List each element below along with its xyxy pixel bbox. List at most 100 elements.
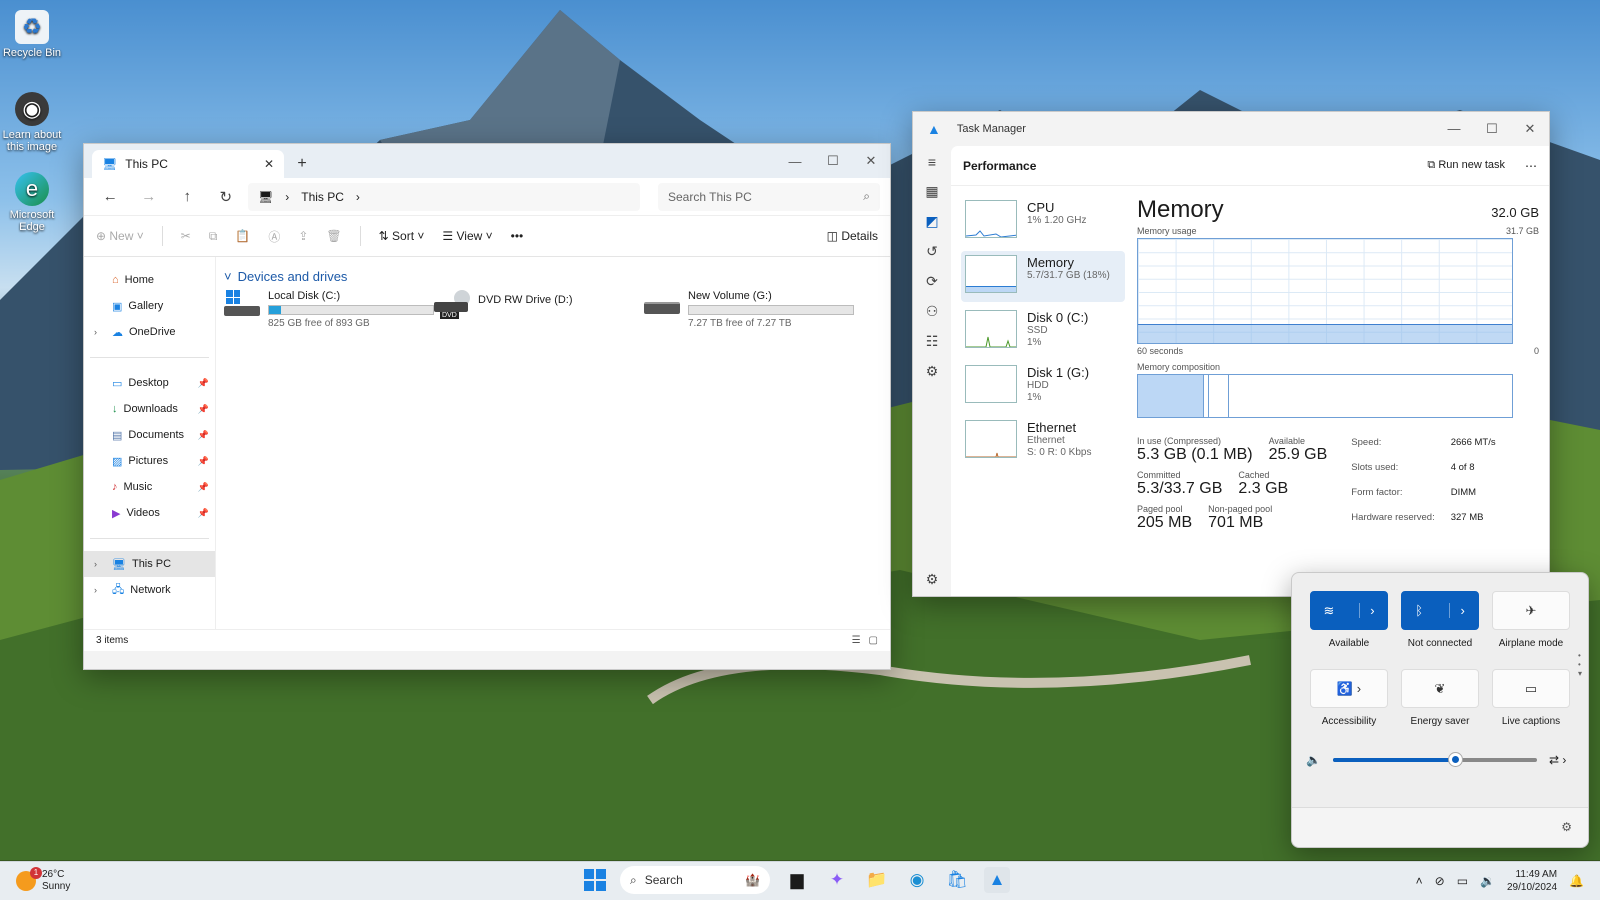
clock[interactable]: 11:49 AM 29/10/2024 — [1507, 868, 1557, 894]
search-input[interactable]: Search This PC ⌕ — [658, 182, 880, 211]
speaker-icon[interactable]: 🔈 — [1306, 753, 1321, 767]
nav-item-downloads[interactable]: ↓ Downloads 📌 — [84, 396, 215, 422]
new-button[interactable]: ⊕ New ˅ — [96, 229, 144, 243]
nav-item-onedrive[interactable]: › ☁ OneDrive — [84, 319, 215, 345]
up-button[interactable]: ↑ — [171, 188, 204, 205]
resource-cpu[interactable]: CPU 1% 1.20 GHz — [961, 196, 1125, 247]
users-icon[interactable]: ⚇ — [926, 303, 939, 320]
share-icon[interactable]: ⇪ — [298, 229, 308, 243]
details-view-icon[interactable]: ☰ — [852, 635, 861, 646]
nav-item-home[interactable]: ⌂ Home — [84, 267, 215, 293]
details-button[interactable]: ◫ Details — [827, 229, 878, 243]
close-button[interactable]: ✕ — [852, 153, 890, 169]
more-options-icon[interactable]: ⋯ — [1525, 159, 1537, 173]
nav-item-music[interactable]: ♪ Music 📌 — [84, 474, 215, 500]
paste-icon[interactable]: 📋 — [235, 229, 250, 243]
drive-d[interactable]: DVD DVD RW Drive (D:) — [434, 290, 644, 329]
taskbar-search[interactable]: ⌕ Search 🏰 — [620, 866, 770, 894]
chevron-up-icon[interactable]: ˄ — [1416, 874, 1423, 888]
desktop-icon-learn-about-image[interactable]: ◉ Learn about this image — [0, 92, 64, 153]
resource-ethernet[interactable]: Ethernet Ethernet S: 0 R: 0 Kbps — [961, 416, 1125, 467]
network-icon[interactable]: ⊘ — [1435, 874, 1445, 888]
resource-memory[interactable]: Memory 5.7/31.7 GB (18%) — [961, 251, 1125, 302]
settings-icon[interactable]: ⚙ — [926, 571, 939, 588]
volume-slider[interactable] — [1332, 753, 1537, 766]
breadcrumb[interactable]: This PC — [301, 190, 344, 204]
app-history-icon[interactable]: ↺ — [926, 243, 938, 260]
weather-condition: Sunny — [42, 881, 71, 892]
refresh-button[interactable]: ↻ — [210, 188, 243, 206]
notifications-icon[interactable]: 🔔 — [1569, 874, 1584, 888]
startup-apps-icon[interactable]: ⟳ — [926, 273, 938, 290]
view-button[interactable]: ☰ View ˅ — [442, 229, 492, 243]
bluetooth-icon[interactable]: ᛒ — [1415, 603, 1423, 618]
desktop-icon-recycle-bin[interactable]: ♻ Recycle Bin — [0, 10, 64, 59]
chevron-right-icon[interactable]: › — [94, 585, 106, 595]
task-manager-icon: ▲ — [927, 121, 941, 137]
cut-icon[interactable]: ✂ — [181, 229, 191, 243]
nav-item-desktop[interactable]: ▭ Desktop 📌 — [84, 370, 215, 396]
nav-item-pictures[interactable]: ▨ Pictures 📌 — [84, 448, 215, 474]
nav-item-documents[interactable]: ▤ Documents 📌 — [84, 422, 215, 448]
rename-icon[interactable]: Ⓐ — [268, 228, 280, 245]
accessibility-tile[interactable]: ♿ › Accessibility — [1310, 669, 1388, 727]
minimize-button[interactable]: — — [776, 154, 814, 169]
drive-g[interactable]: New Volume (G:) 7.27 TB free of 7.27 TB — [644, 290, 854, 329]
wifi-tile[interactable]: ≋ › Available — [1310, 591, 1388, 649]
more-options-button[interactable]: ••• — [511, 229, 524, 243]
display-icon[interactable]: ▭ — [1457, 874, 1468, 888]
chevron-right-icon[interactable]: › — [94, 327, 106, 337]
address-bar[interactable]: 🖥 › This PC › — [248, 182, 640, 211]
weather-widget[interactable]: 1 26°C Sunny — [0, 867, 71, 893]
resource-disk-1[interactable]: Disk 1 (G:) HDD 1% — [961, 361, 1125, 412]
settings-icon[interactable]: ⚙ — [1561, 820, 1572, 834]
group-header[interactable]: ˅ Devices and drives — [224, 269, 882, 284]
copilot-icon[interactable]: ✦ — [824, 867, 850, 893]
chevron-right-icon[interactable]: › — [94, 559, 106, 569]
task-view-icon[interactable]: ▆ — [784, 867, 810, 893]
file-explorer-icon[interactable]: 📁 — [864, 867, 890, 893]
edge-icon[interactable]: ◉ — [904, 867, 930, 893]
tiles-view-icon[interactable]: ▢ — [869, 635, 878, 646]
sort-button[interactable]: ⇅ Sort ˅ — [379, 229, 425, 243]
processes-icon[interactable]: ▦ — [925, 183, 938, 200]
new-tab-button[interactable]: + — [284, 150, 320, 178]
maximize-button[interactable]: ☐ — [1473, 121, 1511, 137]
chevron-right-icon[interactable]: › — [1449, 603, 1465, 618]
volume-icon[interactable]: 🔉 — [1480, 874, 1495, 888]
store-icon[interactable]: 🛍 — [944, 867, 970, 893]
energy-saver-tile[interactable]: ❦ Energy saver — [1401, 669, 1479, 727]
services-icon[interactable]: ⚙ — [926, 363, 939, 380]
audio-output-icon[interactable]: ⇄ › — [1549, 753, 1566, 767]
start-button[interactable] — [584, 869, 606, 891]
chevron-right-icon[interactable]: › — [1359, 603, 1375, 618]
details-icon[interactable]: ☷ — [926, 333, 939, 350]
minimize-button[interactable]: — — [1435, 121, 1473, 137]
chevron-right-icon: › — [355, 189, 360, 204]
performance-icon[interactable]: ◩ — [925, 213, 938, 230]
volume-thumb[interactable] — [1449, 753, 1463, 766]
nav-item-network[interactable]: › 🖧 Network — [84, 577, 215, 603]
airplane-mode-tile[interactable]: ✈ Airplane mode — [1492, 591, 1570, 649]
drive-c[interactable]: Local Disk (C:) 825 GB free of 893 GB — [224, 290, 434, 329]
close-button[interactable]: ✕ — [1511, 121, 1549, 137]
resource-disk-0[interactable]: Disk 0 (C:) SSD 1% — [961, 306, 1125, 357]
run-new-task-button[interactable]: ⧉ Run new task — [1427, 159, 1505, 172]
nav-item-videos[interactable]: ▶ Videos 📌 — [84, 500, 215, 526]
nav-item-gallery[interactable]: ▣ Gallery — [84, 293, 215, 319]
close-tab-icon[interactable]: ✕ — [264, 157, 274, 171]
delete-icon[interactable]: 🗑 — [326, 229, 341, 243]
live-captions-tile[interactable]: ▭ Live captions — [1492, 669, 1570, 727]
maximize-button[interactable]: ☐ — [814, 153, 852, 169]
bluetooth-tile[interactable]: ᛒ › Not connected — [1401, 591, 1479, 649]
wifi-icon[interactable]: ≋ — [1323, 603, 1334, 619]
forward-button[interactable]: → — [133, 188, 166, 205]
explorer-tab[interactable]: 🖥 This PC ✕ — [92, 150, 284, 178]
copy-icon[interactable]: ⧉ — [209, 229, 218, 244]
desktop-icon-edge[interactable]: e Microsoft Edge — [0, 172, 64, 233]
hamburger-icon[interactable]: ≡ — [928, 154, 936, 170]
nav-item-this-pc[interactable]: › 🖥 This PC — [84, 551, 215, 577]
back-button[interactable]: ← — [94, 188, 127, 205]
page-dots[interactable]: • • ▾ — [1578, 651, 1582, 678]
task-manager-icon[interactable]: ▲ — [984, 867, 1010, 893]
